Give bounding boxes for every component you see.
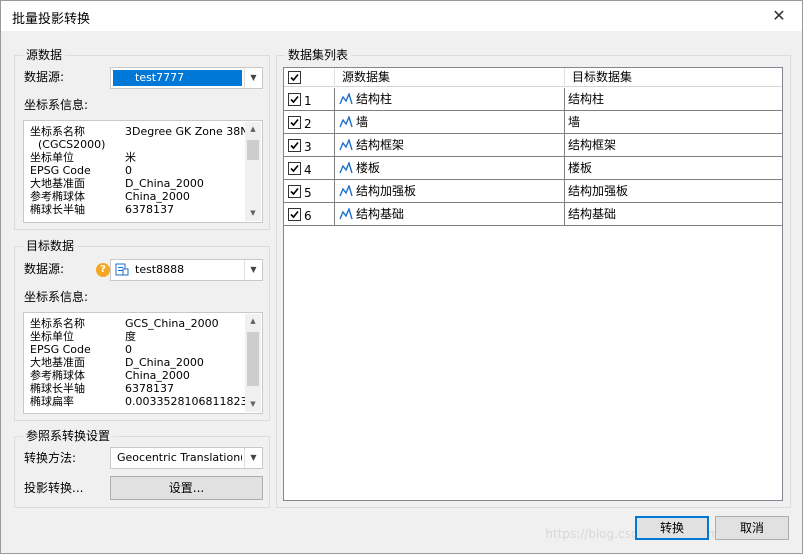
target-coord-label: 坐标系信息: [24,290,89,304]
dataset-icon [339,206,353,223]
row-checkbox[interactable] [288,162,301,175]
info-row: 大地基准面 D_China_2000 [30,356,204,369]
info-row: 参考椭球体 China_2000 [30,369,190,382]
projection-label: 投影转换... [24,481,84,495]
row-source-dataset[interactable]: 楼板 [356,157,380,179]
row-source-dataset[interactable]: 结构加强板 [356,180,416,202]
info-row: EPSG Code 0 [30,164,132,177]
row-target-dataset[interactable]: 结构柱 [568,88,604,110]
header-target-dataset[interactable]: 目标数据集 [572,68,632,87]
source-datasource-value: test7777 [113,70,242,86]
target-group: 目标数据 数据源: ? test8888 ▼ 坐标系信息: 坐标系名称 GCS_C… [14,238,270,421]
method-value: Geocentric Translation(3 [117,451,242,464]
target-group-title: 目标数据 [23,238,78,254]
method-combo[interactable]: Geocentric Translation(3 ▼ [110,447,263,469]
row-target-dataset[interactable]: 结构框架 [568,134,616,156]
info-row: 椭球扁率 0.00335281068118232 [30,395,255,408]
dataset-icon [339,91,353,108]
window-title: 批量投影转换 [12,12,91,27]
source-coord-info[interactable]: 坐标系名称 3Degree GK Zone 38N (CGCS2000) 坐标单位… [23,120,263,223]
row-target-dataset[interactable]: 结构基础 [568,203,616,225]
row-checkbox[interactable] [288,208,301,221]
info-row: 椭球长半轴 6378137 [30,203,174,216]
row-index: 3 [304,140,312,154]
row-index: 5 [304,186,312,200]
row-source-dataset[interactable]: 墙 [356,111,368,133]
title-bar: 批量投影转换 ✕ [1,1,802,31]
row-source-dataset[interactable]: 结构基础 [356,203,404,225]
row-checkbox[interactable] [288,116,301,129]
info-row: 椭球长半轴 6378137 [30,382,174,395]
row-index: 2 [304,117,312,131]
batch-projection-dialog: 批量投影转换 ✕ 源数据 数据源: test7777 ▼ 坐标系信息: 坐标系名… [0,0,803,554]
source-datasource-label: 数据源: [24,70,65,84]
row-checkbox[interactable] [288,139,301,152]
dataset-icon [339,183,353,200]
chevron-down-icon[interactable]: ▼ [244,260,262,280]
source-group: 源数据 数据源: test7777 ▼ 坐标系信息: 坐标系名称 3Degree … [14,47,270,230]
table-row[interactable]: 5 结构加强板 结构加强板 [284,180,782,203]
select-all-checkbox[interactable] [288,71,301,84]
target-datasource-label: 数据源: [24,262,65,276]
header-source-dataset[interactable]: 源数据集 [342,68,390,87]
info-row: 坐标系名称 GCS_China_2000 [30,317,219,330]
info-row: 坐标单位米 [30,151,136,164]
row-index: 1 [304,94,312,108]
chevron-down-icon[interactable]: ▼ [244,68,262,88]
table-row[interactable]: 6 结构基础 结构基础 [284,203,782,226]
table-row[interactable]: 4 楼板 楼板 [284,157,782,180]
scroll-up-icon[interactable]: ▲ [245,122,261,137]
info-row: 坐标单位度 [30,330,136,343]
target-datasource-value: test8888 [135,263,185,276]
row-target-dataset[interactable]: 结构加强板 [568,180,628,202]
scroll-down-icon[interactable]: ▼ [245,397,261,412]
transform-group: 参照系转换设置 转换方法: Geocentric Translation(3 ▼… [14,428,270,508]
cancel-button[interactable]: 取消 [715,516,789,540]
source-group-title: 源数据 [23,47,66,63]
info-row: (CGCS2000) [38,138,106,151]
row-index: 4 [304,163,312,177]
datasets-grid: 源数据集 目标数据集 1 结构柱 结构柱 2 墙 墙 3 结构框架 结构框架 4 楼板 楼板 5 结构加强… [283,67,783,501]
row-index: 6 [304,209,312,223]
chevron-down-icon[interactable]: ▼ [244,448,262,468]
info-row: 参考椭球体 China_2000 [30,190,190,203]
scroll-thumb[interactable] [247,140,259,160]
row-source-dataset[interactable]: 结构柱 [356,88,392,110]
dataset-icon [339,114,353,131]
row-target-dataset[interactable]: 楼板 [568,157,592,179]
scroll-down-icon[interactable]: ▼ [245,206,261,221]
grid-header: 源数据集 目标数据集 [284,68,782,87]
table-row[interactable]: 3 结构框架 结构框架 [284,134,782,157]
row-source-dataset[interactable]: 结构框架 [356,134,404,156]
target-info-scrollbar[interactable]: ▲ ▼ [245,314,261,412]
settings-button[interactable]: 设置... [110,476,263,500]
scroll-thumb[interactable] [247,332,259,386]
target-datasource-combo[interactable]: test8888 ▼ [110,259,263,281]
row-target-dataset[interactable]: 墙 [568,111,580,133]
scroll-up-icon[interactable]: ▲ [245,314,261,329]
source-info-scrollbar[interactable]: ▲ ▼ [245,122,261,221]
datasets-group-title: 数据集列表 [285,47,352,63]
target-coord-info[interactable]: 坐标系名称 GCS_China_2000 坐标单位度 EPSG Code 0 大地基… [23,312,263,414]
dataset-icon [339,137,353,154]
row-checkbox[interactable] [288,185,301,198]
table-row[interactable]: 1 结构柱 结构柱 [284,88,782,111]
info-row: 大地基准面 D_China_2000 [30,177,204,190]
info-row: 坐标系名称 3Degree GK Zone 38N [30,125,249,138]
dataset-icon [339,160,353,177]
source-coord-label: 坐标系信息: [24,98,89,112]
row-checkbox[interactable] [288,93,301,106]
close-icon[interactable]: ✕ [766,5,792,27]
method-label: 转换方法: [24,451,77,465]
transform-group-title: 参照系转换设置 [23,428,114,444]
info-row: EPSG Code 0 [30,343,132,356]
source-datasource-combo[interactable]: test7777 ▼ [110,67,263,89]
table-row[interactable]: 2 墙 墙 [284,111,782,134]
convert-button[interactable]: 转换 [635,516,709,540]
help-icon[interactable]: ? [96,263,110,277]
